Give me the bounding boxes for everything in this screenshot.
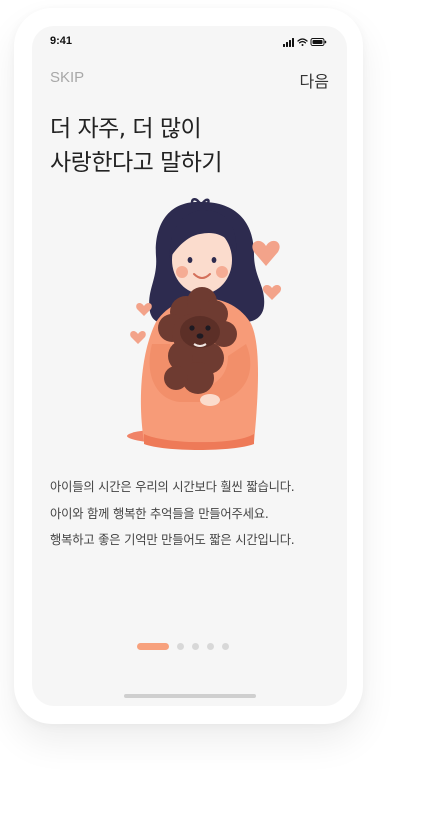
- page-dot[interactable]: [192, 642, 199, 650]
- onboarding-screen: 9:41 SKIP 다음 더 자주, 더 많이 사랑한다고 말하기 아이들의 시…: [32, 26, 347, 706]
- status-bar: 9:41: [32, 26, 347, 56]
- signal-icon: [283, 38, 294, 47]
- page-dot[interactable]: [177, 642, 184, 650]
- next-button[interactable]: 다음: [300, 68, 329, 92]
- page-dot[interactable]: [222, 642, 229, 650]
- home-indicator: [124, 694, 256, 698]
- girl-hugging-poodle-illustration: [127, 198, 282, 450]
- description-line: 행복하고 좋은 기억만 만들어도 짧은 시간입니다.: [50, 533, 295, 547]
- onboarding-description: 아이들의 시간은 우리의 시간보다 훨씬 짧습니다. 아이와 함께 행복한 추억…: [50, 474, 335, 554]
- page-dot[interactable]: [207, 642, 214, 650]
- title-line: 더 자주, 더 많이: [50, 116, 202, 142]
- battery-icon: [310, 38, 327, 46]
- title-line: 사랑한다고 말하기: [50, 150, 223, 176]
- status-time: 9:41: [50, 35, 73, 47]
- page-dot-active[interactable]: [137, 642, 169, 650]
- description-line: 아이들의 시간은 우리의 시간보다 훨씬 짧습니다.: [50, 480, 295, 494]
- skip-button[interactable]: SKIP: [50, 69, 84, 86]
- page-indicator: [137, 640, 229, 652]
- status-icons: [283, 37, 327, 47]
- onboarding-title: 더 자주, 더 많이 사랑한다고 말하기: [50, 112, 330, 180]
- description-line: 아이와 함께 행복한 추억들을 만들어주세요.: [50, 506, 269, 521]
- wifi-icon: [297, 38, 308, 46]
